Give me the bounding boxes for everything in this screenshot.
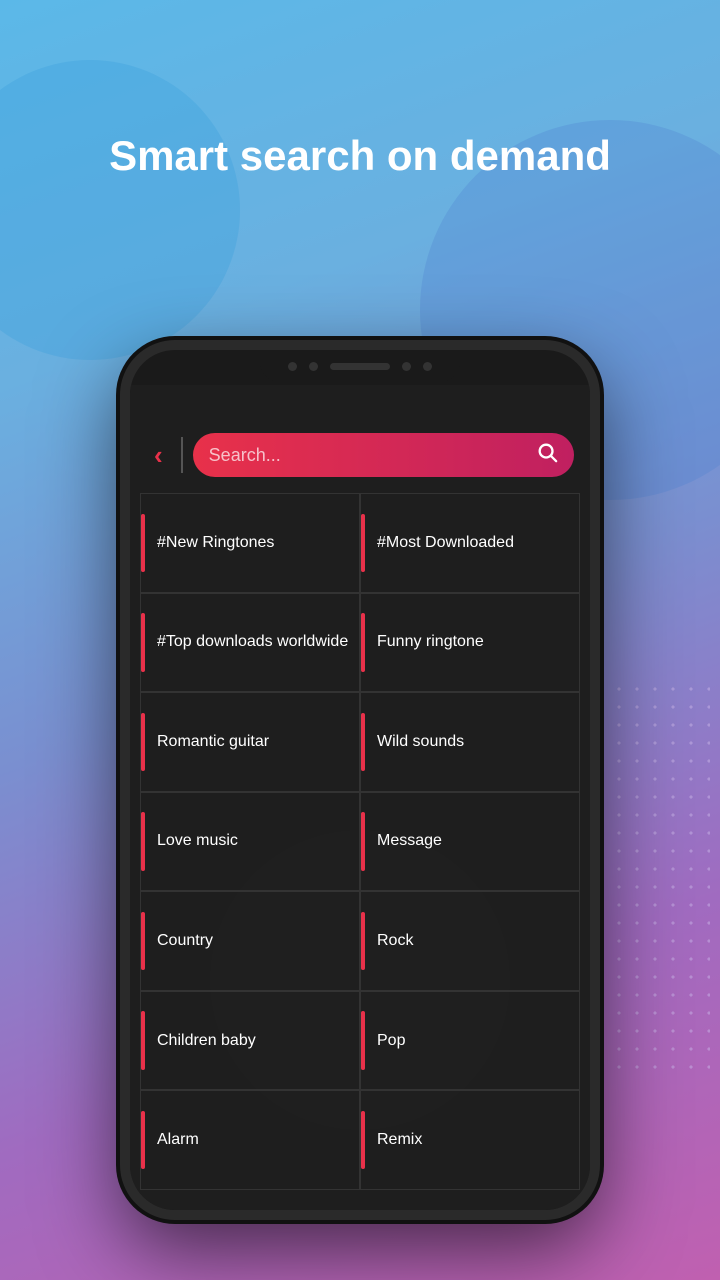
category-label-romantic-guitar: Romantic guitar: [157, 733, 269, 751]
mute-button: [120, 490, 122, 535]
category-item-alarm[interactable]: Alarm: [140, 1090, 360, 1190]
category-item-children-baby[interactable]: Children baby: [140, 991, 360, 1091]
category-item-message[interactable]: Message: [360, 792, 580, 892]
category-label-wild-sounds: Wild sounds: [377, 733, 464, 751]
notch-dot-right1: [402, 362, 411, 371]
notch-dot-right2: [423, 362, 432, 371]
categories-grid: #New Ringtones #Most Downloaded #Top downl…: [140, 493, 580, 1190]
category-label-love-music: Love music: [157, 832, 238, 850]
category-item-country[interactable]: Country: [140, 891, 360, 991]
category-label-message: Message: [377, 832, 442, 850]
category-item-top-downloads[interactable]: #Top downloads worldwide: [140, 593, 360, 693]
volume-down-button: [120, 645, 122, 710]
phone-screen: ‹ Search... #New Ringtones #Most Download…: [130, 385, 590, 1210]
phone-notch: [260, 350, 460, 382]
category-label-children-baby: Children baby: [157, 1032, 256, 1050]
headline: Smart search on demand: [0, 130, 720, 183]
category-label-rock: Rock: [377, 932, 413, 950]
category-label-funny-ringtone: Funny ringtone: [377, 633, 484, 651]
back-button[interactable]: ‹: [146, 436, 171, 475]
notch-dot-mid: [309, 362, 318, 371]
category-label-country: Country: [157, 932, 213, 950]
divider: [181, 437, 183, 473]
power-button: [598, 530, 600, 610]
category-item-remix[interactable]: Remix: [360, 1090, 580, 1190]
search-icon[interactable]: [536, 441, 558, 469]
category-item-new-ringtones[interactable]: #New Ringtones: [140, 493, 360, 593]
search-placeholder: Search...: [209, 445, 526, 466]
category-item-pop[interactable]: Pop: [360, 991, 580, 1091]
category-label-alarm: Alarm: [157, 1131, 199, 1149]
volume-up-button: [120, 560, 122, 625]
search-area: ‹ Search...: [130, 425, 590, 485]
category-item-wild-sounds[interactable]: Wild sounds: [360, 692, 580, 792]
category-label-top-downloads: #Top downloads worldwide: [157, 633, 348, 651]
category-label-most-downloaded: #Most Downloaded: [377, 534, 514, 552]
category-item-funny-ringtone[interactable]: Funny ringtone: [360, 593, 580, 693]
category-item-most-downloaded[interactable]: #Most Downloaded: [360, 493, 580, 593]
category-label-remix: Remix: [377, 1131, 422, 1149]
category-item-romantic-guitar[interactable]: Romantic guitar: [140, 692, 360, 792]
category-item-rock[interactable]: Rock: [360, 891, 580, 991]
phone-frame: ‹ Search... #New Ringtones #Most Download…: [120, 340, 600, 1220]
search-box[interactable]: Search...: [193, 433, 574, 477]
notch-bar: [330, 363, 390, 370]
category-item-love-music[interactable]: Love music: [140, 792, 360, 892]
category-label-new-ringtones: #New Ringtones: [157, 534, 274, 552]
bg-circle-1: [0, 60, 240, 360]
notch-dot-left: [288, 362, 297, 371]
category-label-pop: Pop: [377, 1032, 405, 1050]
